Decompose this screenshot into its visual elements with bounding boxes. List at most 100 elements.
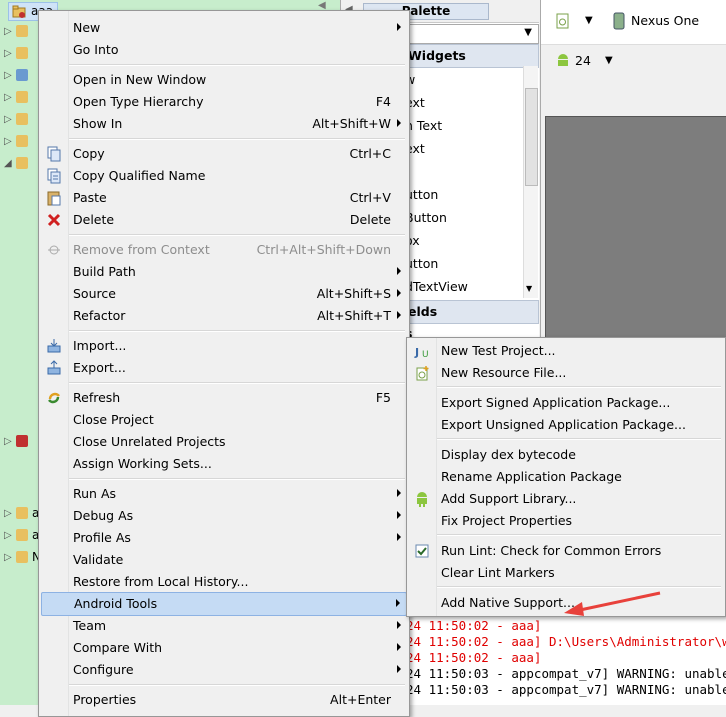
menu-item-refactor[interactable]: Refactor Alt+Shift+T (41, 305, 407, 327)
menu-item-export[interactable]: Export... (41, 357, 407, 379)
expand-icon[interactable]: ▷ (4, 70, 12, 81)
menu-item-delete[interactable]: Delete Delete (41, 209, 407, 231)
menu-item-run-as[interactable]: Run As (41, 483, 407, 505)
menu-item-compare-with[interactable]: Compare With (41, 637, 407, 659)
submenu-item-export-signed-application-package[interactable]: Export Signed Application Package... (409, 392, 723, 414)
submenu-item-fix-project-properties[interactable]: Fix Project Properties (409, 510, 723, 532)
menu-item-shortcut: Ctrl+C (349, 146, 391, 161)
tree-item[interactable]: ▷ a (0, 504, 40, 524)
palette-item[interactable]: Button (405, 210, 447, 225)
submenu-item-rename-application-package[interactable]: Rename Application Package (409, 466, 723, 488)
chevron-down-icon: ▼ (605, 55, 613, 66)
submenu-item-add-support-library[interactable]: Add Support Library... (409, 488, 723, 510)
menu-item-new[interactable]: New (41, 17, 407, 39)
expand-icon[interactable]: ▷ (4, 48, 12, 59)
menu-item-show-in[interactable]: Show In Alt+Shift+W (41, 113, 407, 135)
menu-item-label: New Resource File... (441, 365, 567, 380)
expand-icon[interactable]: ▷ (4, 26, 12, 37)
expand-icon[interactable]: ▷ (4, 508, 12, 519)
export-icon (47, 360, 61, 375)
tree-item[interactable]: ▷ (0, 22, 40, 42)
submenu-item-run-lint-check-for-common-errors[interactable]: Run Lint: Check for Common Errors (409, 540, 723, 562)
tree-item[interactable]: ▷ (0, 44, 40, 64)
submenu-item-new-test-project[interactable]: J U New Test Project... (409, 340, 723, 362)
palette-item[interactable]: dTextView (405, 279, 468, 294)
menu-item-label: Export Unsigned Application Package... (441, 417, 686, 432)
scroll-down-icon[interactable]: ▼ (526, 284, 532, 293)
menu-item-label: Rename Application Package (441, 469, 622, 484)
resource-file-icon (416, 366, 429, 381)
menu-item-label: New (73, 20, 101, 35)
submenu-item-clear-lint-markers[interactable]: Clear Lint Markers (409, 562, 723, 584)
submenu-arrow-icon (397, 119, 401, 127)
android-tools-submenu: J U New Test Project... New Resource File..… (406, 337, 726, 617)
menu-item-label: Export Signed Application Package... (441, 395, 671, 410)
expand-icon[interactable]: ▷ (4, 436, 12, 447)
menu-item-copy-qualified-name[interactable]: Copy Qualified Name (41, 165, 407, 187)
menu-item-team[interactable]: Team (41, 615, 407, 637)
menu-item-label: Remove from Context (73, 242, 210, 257)
menu-item-label: Validate (73, 552, 124, 567)
tree-item[interactable]: ▷ (0, 432, 40, 452)
menu-item-close-project[interactable]: Close Project (41, 409, 407, 431)
palette-filter-dropdown[interactable]: ▼ (405, 24, 539, 44)
console-line: 24 11:50:02 - aaa] D:\Users\Administrato… (406, 634, 726, 649)
menu-item-properties[interactable]: Properties Alt+Enter (41, 689, 407, 711)
menu-item-copy[interactable]: Copy Ctrl+C (41, 143, 407, 165)
menu-item-close-unrelated-projects[interactable]: Close Unrelated Projects (41, 431, 407, 453)
submenu-item-display-dex-bytecode[interactable]: Display dex bytecode (409, 444, 723, 466)
tree-item[interactable]: ▷ a (0, 526, 40, 546)
menu-item-profile-as[interactable]: Profile As (41, 527, 407, 549)
expand-icon[interactable]: ▷ (4, 530, 12, 541)
menu-item-configure[interactable]: Configure (41, 659, 407, 681)
palette-scroll-thumb[interactable] (525, 88, 538, 186)
menu-item-go-into[interactable]: Go Into (41, 39, 407, 61)
tree-item[interactable]: ▷ (0, 132, 40, 152)
menu-item-source[interactable]: Source Alt+Shift+S (41, 283, 407, 305)
palette-section-textfields[interactable]: elds (405, 300, 539, 324)
menu-item-label: Compare With (73, 640, 163, 655)
menu-item-restore-from-local-history[interactable]: Restore from Local History... (41, 571, 407, 593)
submenu-arrow-icon (397, 511, 401, 519)
chevron-down-icon: ▼ (524, 27, 532, 38)
menu-item-import[interactable]: Import... (41, 335, 407, 357)
expand-icon[interactable]: ▷ (4, 114, 12, 125)
menu-item-refresh[interactable]: Refresh F5 (41, 387, 407, 409)
menu-item-label: Go Into (73, 42, 119, 57)
console-line: 24 11:50:02 - aaa] (406, 650, 542, 665)
menu-item-paste[interactable]: Paste Ctrl+V (41, 187, 407, 209)
device-canvas[interactable] (545, 116, 726, 346)
expand-icon[interactable]: ▷ (4, 552, 12, 563)
menu-item-open-in-new-window[interactable]: Open in New Window (41, 69, 407, 91)
folder-icon (16, 47, 28, 59)
tree-item[interactable]: ▷ (0, 66, 40, 86)
tree-item[interactable]: ◢ (0, 154, 40, 174)
menu-item-label: Configure (73, 662, 134, 677)
tree-item[interactable]: ▷ (0, 110, 40, 130)
menu-item-shortcut: Alt+Shift+W (312, 116, 391, 131)
folder-icon (16, 69, 28, 81)
submenu-arrow-icon (397, 267, 401, 275)
menu-item-assign-working-sets[interactable]: Assign Working Sets... (41, 453, 407, 475)
expand-icon[interactable]: ▷ (4, 136, 12, 147)
submenu-arrow-icon (397, 665, 401, 673)
menu-item-debug-as[interactable]: Debug As (41, 505, 407, 527)
expand-icon[interactable]: ▷ (4, 92, 12, 103)
menu-item-label: Open in New Window (73, 72, 207, 87)
submenu-item-new-resource-file[interactable]: New Resource File... (409, 362, 723, 384)
tree-item[interactable]: ▷ N (0, 548, 41, 568)
tree-item[interactable]: ▷ (0, 88, 40, 108)
menu-item-open-type-hierarchy[interactable]: Open Type Hierarchy F4 (41, 91, 407, 113)
menu-item-validate[interactable]: Validate (41, 549, 407, 571)
palette-scrollbar[interactable]: ▼ (523, 66, 538, 298)
menu-item-build-path[interactable]: Build Path (41, 261, 407, 283)
junit-icon: JU (414, 346, 429, 359)
palette-item[interactable]: n Text (405, 118, 442, 133)
expand-icon[interactable]: ◢ (4, 158, 12, 169)
menu-item-android-tools[interactable]: Android Tools (41, 592, 407, 616)
theme-icon (556, 13, 569, 29)
palette-section-widgets[interactable]: Widgets (405, 44, 539, 68)
submenu-item-export-unsigned-application-package[interactable]: Export Unsigned Application Package... (409, 414, 723, 436)
copy-icon (47, 146, 61, 162)
menu-item-label: Show In (73, 116, 123, 131)
